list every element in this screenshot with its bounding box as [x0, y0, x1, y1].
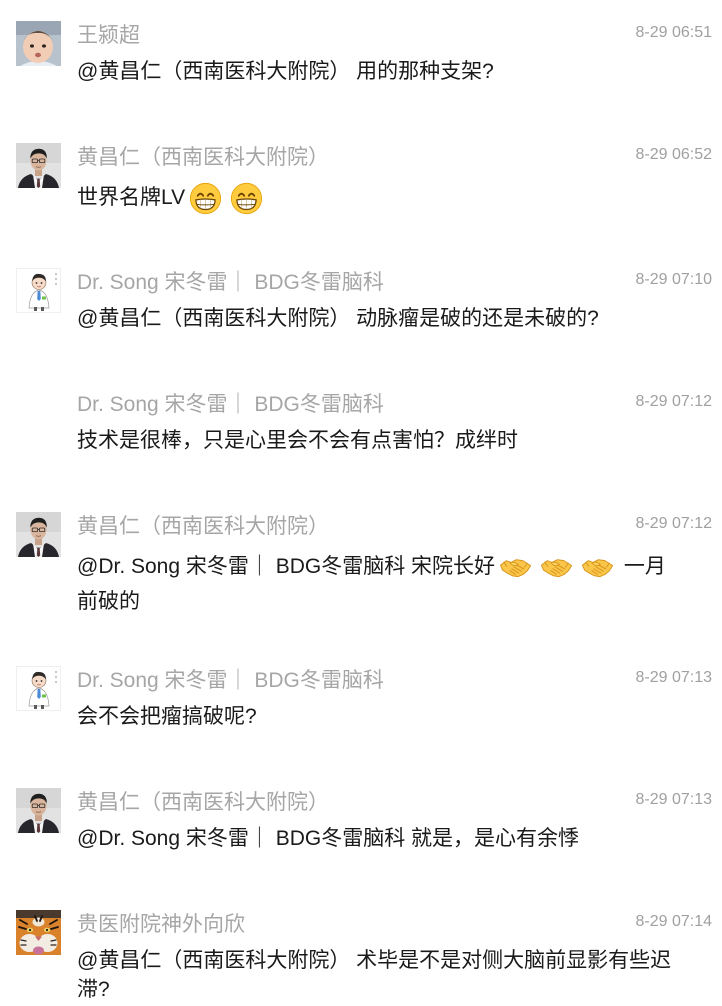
message-timestamp: 8-29 07:13	[635, 791, 712, 808]
message-text-segment: 世界名牌LV	[77, 186, 186, 210]
message-text: @黄昌仁（西南医科大附院） 用的那种支架?	[77, 57, 682, 86]
message-timestamp: 8-29 07:10	[635, 271, 712, 288]
cartoon-doctor-image	[16, 268, 61, 313]
message-timestamp: 8-29 06:52	[635, 146, 712, 163]
tiger-photo-avatar[interactable]	[16, 910, 61, 955]
message-timestamp: 8-29 07:14	[635, 913, 712, 930]
cartoon-doctor-image	[16, 666, 61, 711]
sender-name: 黄昌仁（西南医科大附院）	[77, 146, 329, 169]
handshake-emoji	[581, 551, 614, 584]
cartoon-doctor-avatar[interactable]	[16, 268, 61, 313]
message-text: @Dr. Song 宋冬雷｜ BDG冬雷脑科 宋院长好 一月前破的	[77, 548, 682, 616]
man-in-suit-image	[16, 512, 61, 557]
message-text: 技术是很棒，只是心里会不会有点害怕？成绊时	[77, 426, 682, 455]
message-text-segment: @Dr. Song 宋冬雷｜ BDG冬雷脑科 就是，是心有余悸	[77, 827, 580, 850]
message-text: @Dr. Song 宋冬雷｜ BDG冬雷脑科 就是，是心有余悸	[77, 824, 682, 853]
handshake-emoji	[499, 551, 532, 584]
tiger-photo-image	[16, 910, 61, 955]
message-text-segment: 技术是很棒，只是心里会不会有点害怕？成绊时	[77, 429, 518, 452]
sender-name: 贵医附院神外向欣	[77, 913, 245, 936]
message-timestamp: 8-29 07:13	[635, 669, 712, 686]
message-text: @黄昌仁（西南医科大附院） 术毕是不是对侧大脑前显影有些迟滞?	[77, 946, 682, 1004]
man-in-suit-avatar[interactable]	[16, 512, 61, 557]
baby-photo-avatar[interactable]	[16, 21, 61, 66]
message-text: 世界名牌LV	[77, 179, 682, 218]
cartoon-doctor-avatar[interactable]	[16, 666, 61, 711]
message-text-segment: @Dr. Song 宋冬雷｜ BDG冬雷脑科 宋院长好	[77, 555, 496, 579]
chat-history: 王颍超 8-29 06:51 @黄昌仁（西南医科大附院） 用的那种支架? 黄昌仁…	[0, 0, 722, 1006]
sender-name: Dr. Song 宋冬雷｜ BDG冬雷脑科	[77, 393, 384, 416]
sender-name: Dr. Song 宋冬雷｜ BDG冬雷脑科	[77, 271, 384, 294]
sender-name: Dr. Song 宋冬雷｜ BDG冬雷脑科	[77, 669, 384, 692]
message-text: 会不会把瘤搞破呢?	[77, 702, 682, 731]
grinning-face-emoji	[230, 182, 263, 215]
sender-name: 黄昌仁（西南医科大附院）	[77, 515, 329, 538]
baby-photo-image	[16, 21, 61, 66]
message-text-segment: @黄昌仁（西南医科大附院） 用的那种支架?	[77, 60, 494, 83]
man-in-suit-avatar[interactable]	[16, 788, 61, 833]
message-text-segment: @黄昌仁（西南医科大附院） 术毕是不是对侧大脑前显影有些迟滞?	[77, 949, 672, 1001]
man-in-suit-image	[16, 143, 61, 188]
handshake-emoji	[540, 551, 573, 584]
message-text-segment: @黄昌仁（西南医科大附院） 动脉瘤是破的还是未破的?	[77, 307, 599, 330]
grinning-face-emoji	[189, 182, 222, 215]
message-text-segment: 会不会把瘤搞破呢?	[77, 705, 257, 728]
sender-name: 黄昌仁（西南医科大附院）	[77, 791, 329, 814]
message-timestamp: 8-29 06:51	[635, 24, 712, 41]
message-timestamp: 8-29 07:12	[635, 393, 712, 410]
sender-name: 王颍超	[77, 24, 140, 47]
message-text: @黄昌仁（西南医科大附院） 动脉瘤是破的还是未破的?	[77, 304, 682, 333]
message-timestamp: 8-29 07:12	[635, 515, 712, 532]
man-in-suit-image	[16, 788, 61, 833]
man-in-suit-avatar[interactable]	[16, 143, 61, 188]
